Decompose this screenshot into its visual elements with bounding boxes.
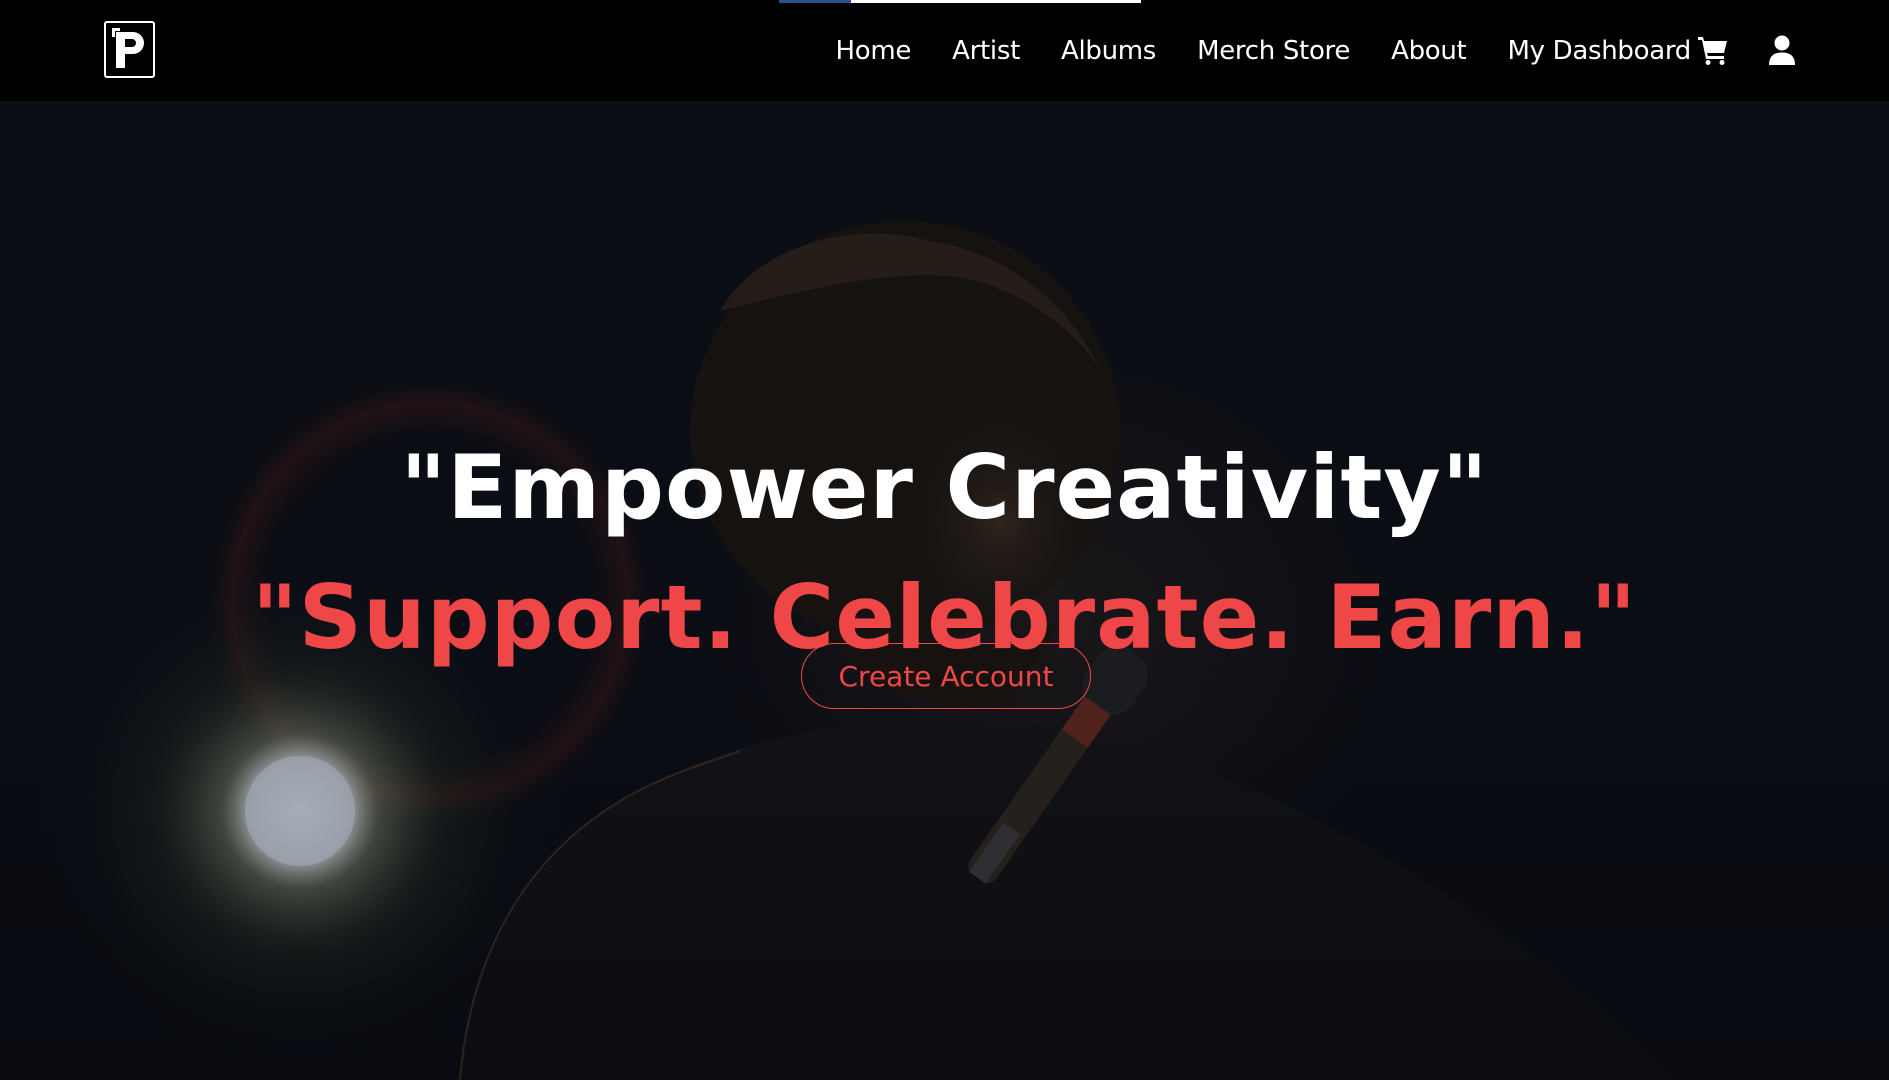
logo-p-icon: P: [112, 28, 144, 68]
user-icon[interactable]: [1766, 34, 1798, 66]
nav-link-my-dashboard[interactable]: My Dashboard: [1507, 36, 1691, 66]
shopping-cart-icon[interactable]: [1697, 34, 1729, 66]
nav-link-about[interactable]: About: [1391, 36, 1467, 66]
nav-link-albums[interactable]: Albums: [1061, 36, 1156, 66]
nav-link-home[interactable]: Home: [836, 36, 912, 66]
hero-section: "Empower Creativity" "Support. Celebrate…: [0, 101, 1889, 1080]
nav-link-artist[interactable]: Artist: [952, 36, 1020, 66]
site-logo[interactable]: P: [104, 21, 155, 78]
landing-page: P Home Artist Albums Merch Store About M…: [0, 0, 1889, 1080]
main-nav: Home Artist Albums Merch Store About My …: [836, 0, 1692, 101]
nav-link-merch-store[interactable]: Merch Store: [1197, 36, 1350, 66]
top-navbar: P Home Artist Albums Merch Store About M…: [0, 0, 1889, 101]
hero-headline: "Empower Creativity": [400, 435, 1489, 539]
create-account-button[interactable]: Create Account: [801, 643, 1091, 709]
